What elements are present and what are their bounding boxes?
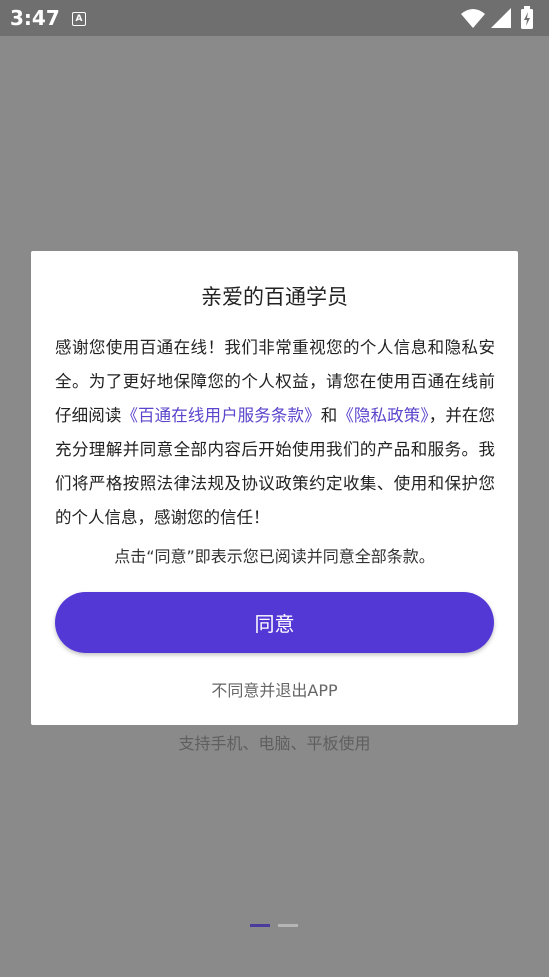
notification-icon: A bbox=[72, 12, 86, 26]
agree-button[interactable]: 同意 bbox=[55, 592, 494, 653]
status-time: 3:47 bbox=[10, 6, 60, 30]
status-icons bbox=[461, 6, 533, 29]
signal-icon bbox=[491, 8, 511, 28]
page-indicator-active bbox=[250, 924, 270, 927]
privacy-dialog: 亲爱的百通学员 感谢您使用百通在线！我们非常重视您的个人信息和隐私安全。为了更好… bbox=[31, 251, 518, 725]
dialog-title: 亲爱的百通学员 bbox=[201, 285, 348, 309]
privacy-policy-link[interactable]: 《隐私政策》 bbox=[337, 406, 428, 425]
wifi-icon bbox=[461, 9, 485, 28]
terms-link[interactable]: 《百通在线用户服务条款》 bbox=[121, 406, 320, 425]
battery-icon bbox=[521, 6, 533, 29]
background-caption: 支持手机、电脑、平板使用 bbox=[178, 734, 371, 753]
body-text-and: 和 bbox=[320, 406, 338, 425]
status-bar: 3:47 A bbox=[0, 0, 549, 36]
dialog-body: 感谢您使用百通在线！我们非常重视您的个人信息和隐私安全。为了更好地保障您的个人权… bbox=[55, 331, 495, 535]
consent-note: 点击“同意”即表示您已阅读并同意全部条款。 bbox=[114, 547, 435, 566]
disagree-exit-button[interactable]: 不同意并退出APP bbox=[31, 676, 518, 702]
page-indicator bbox=[250, 924, 300, 928]
page-indicator-inactive bbox=[278, 924, 298, 927]
